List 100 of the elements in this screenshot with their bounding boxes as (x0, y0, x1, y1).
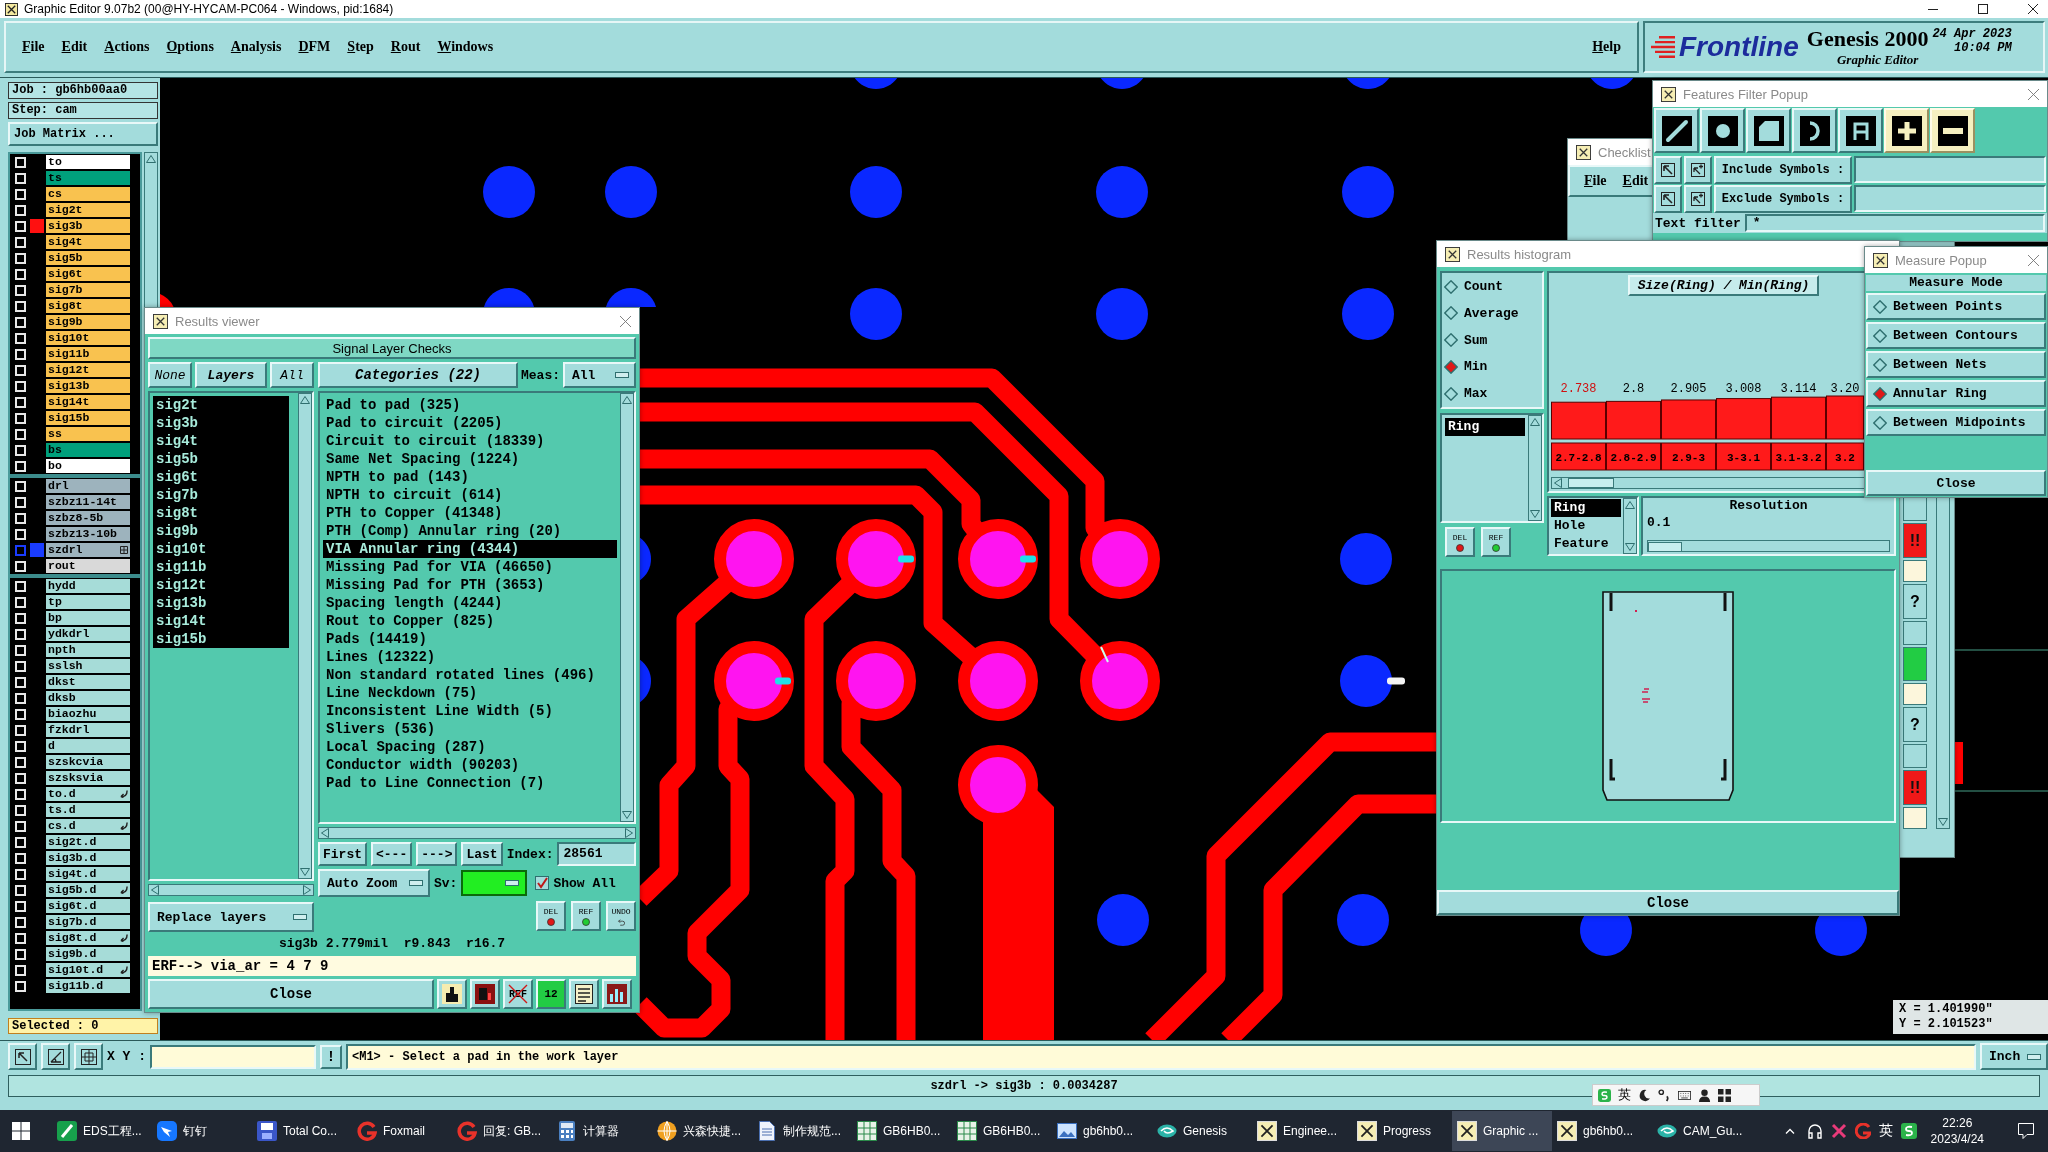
scrollbar[interactable] (1528, 415, 1542, 521)
list-item[interactable]: Line Neckdown (75) (323, 684, 617, 702)
list-item[interactable]: Inconsistent Line Width (5) (323, 702, 617, 720)
list-item[interactable]: Feature (1551, 535, 1621, 553)
menu-item[interactable]: Actions (104, 39, 150, 55)
select-button[interactable] (1684, 184, 1712, 213)
scroll-left-icon[interactable] (321, 828, 329, 838)
layer-name[interactable]: sig8t.d (46, 931, 130, 945)
bang-button[interactable]: ! (320, 1044, 342, 1069)
layer-name[interactable]: szbz11-14t (46, 495, 130, 509)
list-item[interactable]: Missing Pad for PTH (3653) (323, 576, 617, 594)
radio-option[interactable]: Between Midpoints (1866, 409, 2046, 436)
filter-button[interactable] (1838, 108, 1883, 153)
layer-name[interactable]: sig9b (46, 315, 130, 329)
scroll-up-icon[interactable] (1625, 501, 1635, 509)
histogram-bar[interactable] (1826, 395, 1864, 440)
layer-name[interactable]: bs (46, 443, 130, 457)
radio-option[interactable]: Between Points (1866, 293, 2046, 320)
taskbar-item[interactable]: EDS工程... (52, 1111, 152, 1151)
layer-name[interactable]: szbz13-10b (46, 527, 130, 541)
scroll-down-icon[interactable] (1938, 818, 1948, 826)
filter-button[interactable] (1654, 108, 1699, 153)
nav-button[interactable]: <--- (371, 842, 413, 866)
tool-button[interactable] (602, 979, 632, 1009)
units-dropdown[interactable]: Inch (1980, 1043, 2048, 1070)
tool-button[interactable]: 12 (536, 979, 566, 1009)
grid-icon[interactable] (1718, 1088, 1731, 1102)
select-button[interactable] (1654, 155, 1682, 184)
list-item[interactable]: sig15b (153, 630, 289, 648)
list-item[interactable]: Pad to pad (325) (323, 396, 617, 414)
minimize-icon[interactable] (1928, 8, 1938, 10)
taskbar-item[interactable]: CAM_Gu... (1652, 1111, 1752, 1151)
list-item[interactable]: Pad to Line Connection (7) (323, 774, 617, 792)
ime-logo-icon[interactable] (1900, 1123, 1917, 1139)
layer-name[interactable]: fzkdrl (46, 723, 130, 737)
tool-button[interactable] (74, 1043, 103, 1070)
taskbar-item[interactable]: Progress (1352, 1111, 1452, 1151)
status-tile[interactable] (1903, 560, 1927, 582)
layer-name[interactable]: szskcvia (46, 755, 130, 769)
list-item[interactable]: sig4t (153, 432, 289, 450)
show-all-checkbox[interactable] (535, 876, 550, 890)
status-tile[interactable]: !! (1903, 523, 1927, 558)
list-item[interactable]: Pad to circuit (2205) (323, 414, 617, 432)
list-item[interactable]: sig8t (153, 504, 289, 522)
list-item[interactable]: sig2t (153, 396, 289, 414)
menu-item[interactable]: Options (166, 39, 214, 55)
list-item[interactable]: Spacing length (4244) (323, 594, 617, 612)
exclude-symbols-button[interactable]: Exclude Symbols : (1714, 184, 1852, 213)
layer-name[interactable]: sig6t (46, 267, 130, 281)
tool-button[interactable]: DEL (1445, 527, 1475, 557)
tool-button[interactable] (8, 1043, 37, 1070)
list-button[interactable]: All (270, 362, 314, 388)
x-mark-icon[interactable] (1830, 1123, 1847, 1139)
scroll-down-icon[interactable] (622, 811, 632, 819)
status-tile[interactable] (1903, 647, 1927, 681)
taskbar-item[interactable]: Enginee... (1252, 1111, 1352, 1151)
layer-name[interactable]: bp (46, 611, 130, 625)
text-filter-field[interactable]: * (1744, 214, 2045, 232)
include-symbols-button[interactable]: Include Symbols : (1714, 155, 1852, 184)
layer-name[interactable]: ss (46, 427, 130, 441)
list-item[interactable]: Lines (12322) (323, 648, 617, 666)
list-item[interactable]: Conductor width (90203) (323, 756, 617, 774)
headset-icon[interactable] (1806, 1123, 1823, 1139)
status-tile[interactable] (1903, 497, 1927, 521)
tool-button[interactable] (470, 979, 500, 1009)
status-tile[interactable] (1903, 807, 1927, 829)
scroll-up-icon[interactable] (300, 396, 310, 404)
list-item[interactable]: sig12t (153, 576, 289, 594)
keyboard-icon[interactable] (1678, 1088, 1691, 1102)
tool-button[interactable] (437, 979, 467, 1009)
start-icon[interactable] (12, 1122, 30, 1140)
taskbar-item[interactable]: Graphic ... (1452, 1111, 1552, 1151)
layer-name[interactable]: szsksvia (46, 771, 130, 785)
status-tile[interactable]: ? (1903, 584, 1927, 619)
list-item[interactable]: Ring (1445, 418, 1525, 436)
layer-name[interactable]: rout (46, 559, 130, 573)
nav-button[interactable]: ---> (416, 842, 458, 866)
histogram-bar[interactable] (1606, 400, 1661, 440)
layer-name[interactable]: cs.d (46, 819, 130, 833)
list-item[interactable]: sig13b (153, 594, 289, 612)
tool-button[interactable]: DEL (536, 901, 566, 931)
job-matrix-button[interactable]: Job Matrix ... (8, 122, 158, 146)
layer-name[interactable]: tp (46, 595, 130, 609)
layer-name[interactable]: dkst (46, 675, 130, 689)
layer-name[interactable]: sig3b.d (46, 851, 130, 865)
menu-item[interactable]: Analysis (230, 39, 282, 55)
taskbar-item[interactable]: Genesis (1152, 1111, 1252, 1151)
radio-option[interactable]: Max (1444, 386, 1540, 401)
scroll-right-icon[interactable] (625, 828, 633, 838)
taskbar-item[interactable]: GB6HB0... (952, 1111, 1052, 1151)
histogram-bar[interactable] (1551, 401, 1606, 440)
close-button[interactable]: Close (1866, 470, 2046, 496)
layer-name[interactable]: sig3b (46, 219, 130, 233)
layer-name[interactable]: sig6t.d (46, 899, 130, 913)
radio-option[interactable]: Annular Ring (1866, 380, 2046, 407)
list-item[interactable]: sig6t (153, 468, 289, 486)
scroll-down-icon[interactable] (1625, 543, 1635, 551)
layer-name[interactable]: biaozhu (46, 707, 130, 721)
language-indicator[interactable]: 英 (1618, 1086, 1631, 1104)
layer-name[interactable]: to (46, 155, 130, 169)
